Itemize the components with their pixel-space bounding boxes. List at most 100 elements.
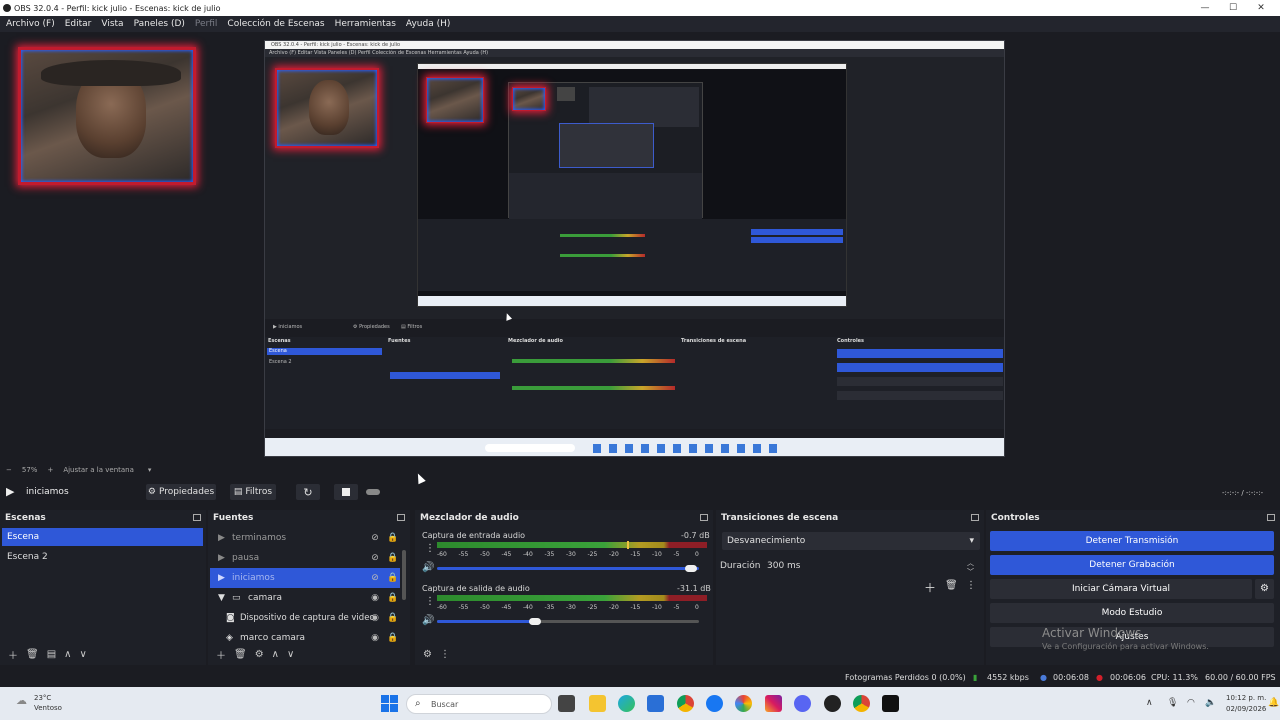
edge-icon[interactable] bbox=[618, 695, 635, 712]
source-camara[interactable]: ▼ ▭ camara ◉ 🔒 bbox=[210, 588, 400, 608]
wifi-icon[interactable]: ◠ bbox=[1187, 698, 1195, 708]
scene-filters-icon[interactable]: ▤ bbox=[47, 649, 56, 660]
volume-icon[interactable]: 🔈 bbox=[1205, 698, 1216, 708]
mixer-menu-icon[interactable]: ⋮ bbox=[440, 649, 450, 660]
chrome-profile-icon[interactable] bbox=[853, 695, 870, 712]
remove-scene-icon[interactable]: 🗑 bbox=[26, 649, 39, 660]
track-2-menu-icon[interactable]: ⋮ bbox=[425, 596, 435, 607]
transition-menu-icon[interactable]: ⋮ bbox=[966, 580, 976, 591]
spin-down-icon[interactable]: ﹀ bbox=[967, 563, 974, 581]
lock-icon[interactable]: 🔒 bbox=[387, 573, 398, 583]
instagram-icon[interactable] bbox=[765, 695, 782, 712]
lock-icon[interactable]: 🔒 bbox=[387, 633, 398, 643]
track-1-volume-knob[interactable] bbox=[685, 565, 697, 572]
taskbar-search[interactable]: ⌕ Buscar bbox=[406, 694, 552, 714]
studio-mode-button[interactable]: Modo Estudio bbox=[990, 603, 1274, 623]
tray-chevron-icon[interactable]: ∧ bbox=[1146, 698, 1153, 708]
eye-icon[interactable]: ◉ bbox=[370, 593, 380, 603]
visibility-hidden-icon[interactable]: ⊘ bbox=[370, 573, 380, 583]
zoom-fit-select[interactable]: Ajustar a la ventana bbox=[63, 466, 134, 474]
stop-streaming-button[interactable]: Detener Transmisión bbox=[990, 531, 1274, 551]
facebook-icon[interactable] bbox=[706, 695, 723, 712]
source-dispositivo-captura[interactable]: ◙ Dispositivo de captura de video ◉ 🔒 bbox=[210, 608, 400, 628]
microphone-icon[interactable]: 🎙 bbox=[1167, 698, 1178, 708]
advanced-audio-icon[interactable]: ⚙ bbox=[423, 649, 432, 660]
remove-transition-icon[interactable]: 🗑 bbox=[945, 580, 958, 591]
track-2-volume-slider[interactable] bbox=[437, 620, 533, 623]
lock-icon[interactable]: 🔒 bbox=[387, 593, 398, 603]
lock-icon[interactable]: 🔒 bbox=[387, 553, 398, 563]
virtual-camera-settings-button[interactable]: ⚙ bbox=[1255, 579, 1274, 599]
move-up-icon[interactable]: ∧ bbox=[64, 649, 71, 660]
task-view-icon[interactable] bbox=[558, 695, 575, 712]
start-virtual-camera-button[interactable]: Iniciar Cámara Virtual bbox=[990, 579, 1252, 599]
dock-float-icon[interactable] bbox=[1267, 514, 1275, 521]
close-button[interactable]: ✕ bbox=[1246, 1, 1276, 15]
scene-item-escena-2[interactable]: Escena 2 bbox=[2, 548, 203, 566]
chevron-down-icon[interactable]: ▾ bbox=[148, 466, 152, 474]
track-1-volume-slider[interactable] bbox=[437, 567, 699, 570]
menu-herramientas[interactable]: Herramientas bbox=[335, 19, 396, 29]
dock-float-icon[interactable] bbox=[193, 514, 201, 521]
refresh-button[interactable]: ↻ bbox=[296, 484, 320, 500]
properties-button[interactable]: ⚙ Propiedades bbox=[146, 484, 216, 500]
minimize-button[interactable]: — bbox=[1190, 1, 1220, 15]
move-up-icon[interactable]: ∧ bbox=[272, 649, 279, 660]
clock-time[interactable]: 10:12 p. m. bbox=[1226, 694, 1266, 702]
windows-start-icon[interactable] bbox=[381, 695, 398, 712]
zoom-in-icon[interactable]: + bbox=[47, 466, 53, 474]
maximize-button[interactable]: ☐ bbox=[1218, 1, 1248, 15]
media-progress-slider[interactable] bbox=[366, 489, 380, 495]
move-down-icon[interactable]: ∨ bbox=[79, 649, 86, 660]
photos-icon[interactable] bbox=[735, 695, 752, 712]
add-transition-icon[interactable]: ＋ bbox=[924, 579, 936, 596]
track-1-menu-icon[interactable]: ⋮ bbox=[425, 543, 435, 554]
dock-float-icon[interactable] bbox=[700, 514, 708, 521]
dock-float-icon[interactable] bbox=[397, 514, 405, 521]
notification-icon[interactable]: 🔔 bbox=[1268, 698, 1279, 708]
discord-icon[interactable] bbox=[794, 695, 811, 712]
remove-source-icon[interactable]: 🗑 bbox=[234, 649, 247, 660]
move-down-icon[interactable]: ∨ bbox=[287, 649, 294, 660]
source-terminamos[interactable]: ▶ terminamos ⊘ 🔒 bbox=[210, 528, 400, 548]
visibility-hidden-icon[interactable]: ⊘ bbox=[370, 533, 380, 543]
sources-scrollbar[interactable] bbox=[402, 550, 406, 600]
play-icon[interactable]: ▶ bbox=[6, 485, 14, 498]
speaker-icon[interactable]: 🔊 bbox=[422, 562, 434, 573]
filters-button[interactable]: ▤ Filtros bbox=[230, 484, 276, 500]
eye-icon[interactable]: ◉ bbox=[370, 633, 380, 643]
chrome-icon[interactable] bbox=[677, 695, 694, 712]
add-source-icon[interactable]: ＋ bbox=[216, 647, 226, 662]
menu-coleccion-escenas[interactable]: Colección de Escenas bbox=[227, 19, 324, 29]
menu-paneles[interactable]: Paneles (D) bbox=[134, 19, 185, 29]
speaker-icon[interactable]: 🔊 bbox=[422, 615, 434, 626]
menu-archivo[interactable]: Archivo (F) bbox=[6, 19, 55, 29]
capcut-icon[interactable] bbox=[882, 695, 899, 712]
menu-ayuda[interactable]: Ayuda (H) bbox=[406, 19, 450, 29]
obs-taskbar-icon[interactable] bbox=[824, 695, 841, 712]
dock-float-icon[interactable] bbox=[971, 514, 979, 521]
chevron-down-icon[interactable]: ▼ bbox=[218, 588, 225, 608]
lock-icon[interactable]: 🔒 bbox=[387, 613, 398, 623]
add-scene-icon[interactable]: ＋ bbox=[8, 647, 18, 662]
duration-input[interactable]: 300 ms ︿ ﹀ bbox=[762, 557, 980, 576]
menu-editar[interactable]: Editar bbox=[65, 19, 92, 29]
menu-perfil[interactable]: Perfil bbox=[195, 19, 218, 29]
transition-select[interactable]: Desvanecimiento ▾ bbox=[722, 532, 980, 550]
file-explorer-icon[interactable] bbox=[589, 695, 606, 712]
scene-item-escena[interactable]: Escena bbox=[2, 528, 203, 546]
store-icon[interactable] bbox=[647, 695, 664, 712]
stop-recording-button[interactable]: Detener Grabación bbox=[990, 555, 1274, 575]
lock-icon[interactable]: 🔒 bbox=[387, 533, 398, 543]
visibility-hidden-icon[interactable]: ⊘ bbox=[370, 553, 380, 563]
source-iniciamos[interactable]: ▶ iniciamos ⊘ 🔒 bbox=[210, 568, 400, 588]
source-pausa[interactable]: ▶ pausa ⊘ 🔒 bbox=[210, 548, 400, 568]
source-properties-icon[interactable]: ⚙ bbox=[255, 649, 264, 660]
menu-vista[interactable]: Vista bbox=[101, 19, 123, 29]
track-2-volume-knob[interactable] bbox=[529, 618, 541, 625]
clock-date[interactable]: 02/09/2026 bbox=[1226, 705, 1266, 713]
eye-icon[interactable]: ◉ bbox=[370, 613, 380, 623]
facecam-overlay[interactable] bbox=[18, 47, 196, 185]
weather-icon[interactable]: ☁ bbox=[16, 694, 27, 707]
stop-button[interactable] bbox=[334, 484, 358, 500]
